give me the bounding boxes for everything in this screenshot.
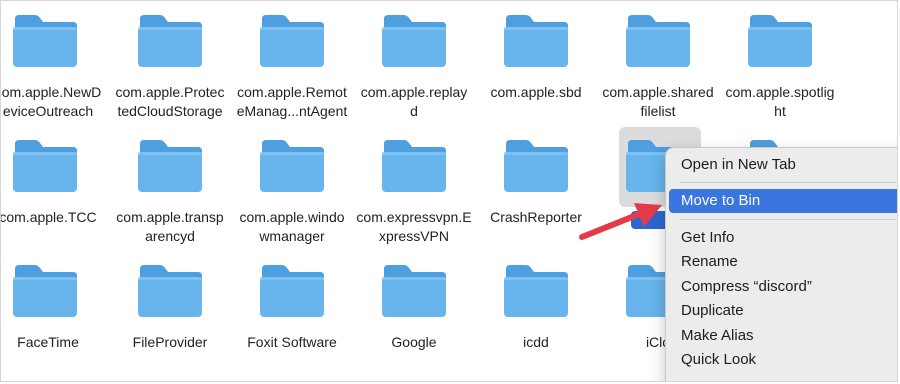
folder-icon: [380, 13, 448, 69]
folder-icon: [136, 263, 204, 319]
folder-label: Foxit Software: [247, 334, 337, 350]
folder-icon: [11, 263, 79, 319]
folder-icon: [136, 138, 204, 194]
folder-label: com.apple.transp arencyd: [116, 209, 224, 244]
folder-icon: [258, 263, 326, 319]
folder-label: com.apple.TCC: [0, 209, 97, 225]
folder-label: Google: [391, 334, 437, 350]
folder-icon: [11, 13, 79, 69]
folder-icon: [746, 13, 814, 69]
folder-icon: [258, 138, 326, 194]
folder-label: com.expressvpn.E xpressVPN: [356, 209, 472, 244]
folder-icon: [136, 13, 204, 69]
menu-separator: [680, 219, 896, 220]
menu-item-make-alias[interactable]: Make Alias: [669, 324, 897, 348]
folder-label: com.apple.windo wmanager: [239, 209, 345, 244]
finder-window: com.apple.NewD eviceOutreach com.apple.P…: [0, 0, 898, 382]
folder-label: com.apple.shared filelist: [602, 84, 714, 119]
menu-item-move-to-bin[interactable]: Move to Bin: [669, 189, 897, 213]
folder-icon: [624, 13, 692, 69]
menu-item-compress[interactable]: Compress “discord”: [669, 275, 897, 299]
folder-icon: [502, 13, 570, 69]
folder-label: com.apple.sbd: [490, 84, 582, 100]
menu-separator: [680, 182, 896, 183]
folder-label: FaceTime: [17, 334, 79, 350]
menu-item-rename[interactable]: Rename: [669, 250, 897, 274]
menu-item-duplicate[interactable]: Duplicate: [669, 299, 897, 323]
folder-icon: [502, 138, 570, 194]
menu-item-quick-look[interactable]: Quick Look: [669, 348, 897, 372]
annotation-arrow-icon: [579, 203, 662, 240]
folder-icon: [380, 138, 448, 194]
folder-label: icdd: [523, 334, 549, 350]
menu-item-get-info[interactable]: Get Info: [669, 226, 897, 250]
folder-label: com.apple.Protec tedCloudStorage: [115, 84, 225, 119]
menu-item-open-in-new-tab[interactable]: Open in New Tab: [669, 153, 897, 177]
folder-icon: [258, 13, 326, 69]
folder-label: com.apple.spotlig ht: [725, 84, 835, 119]
context-menu: Open in New Tab Move to Bin Get Info Ren…: [665, 147, 897, 381]
folder-label: com.apple.replay d: [360, 84, 468, 119]
folder-label: com.apple.Remot eManag...ntAgent: [236, 84, 348, 119]
folder-icon: [380, 263, 448, 319]
folder-icon: [502, 263, 570, 319]
folder-icon: [11, 138, 79, 194]
folder-label: com.apple.NewD eviceOutreach: [0, 84, 102, 119]
folder-label: FileProvider: [132, 334, 208, 350]
